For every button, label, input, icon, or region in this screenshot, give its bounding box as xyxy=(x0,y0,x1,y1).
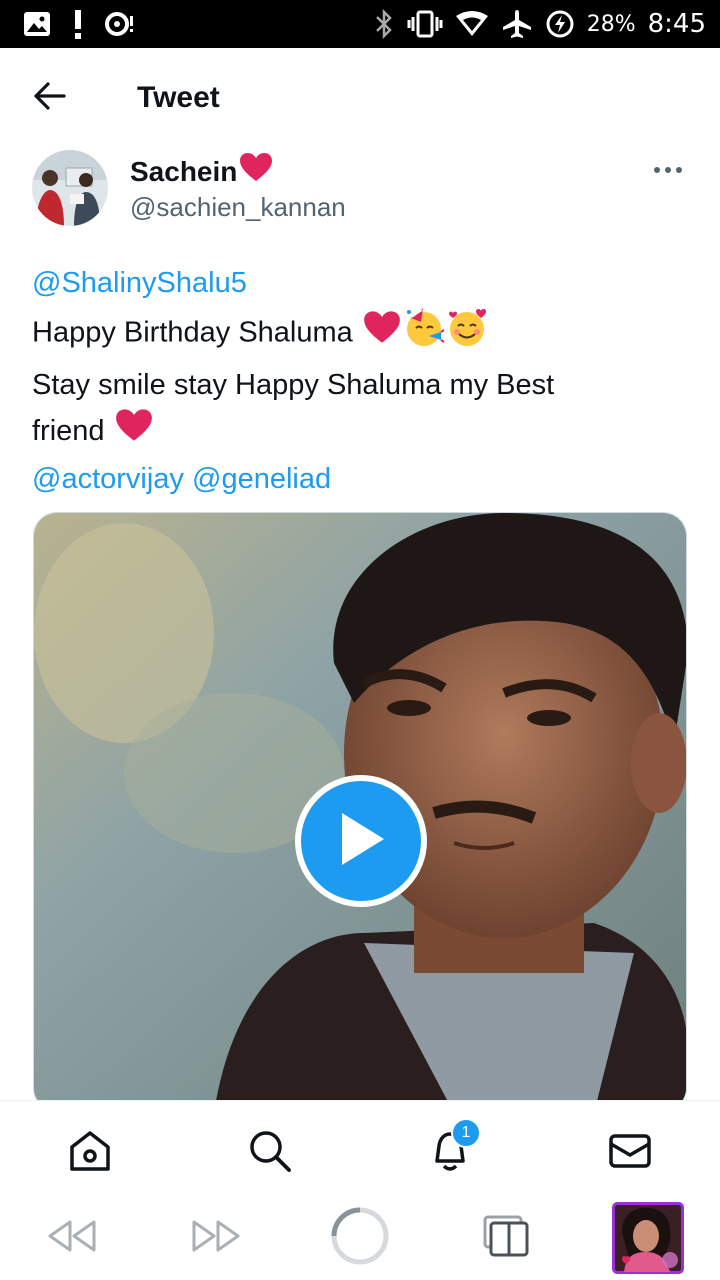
tweet-line-2: Stay smile stay Happy Shaluma my Best xyxy=(32,369,555,401)
party-face-icon xyxy=(403,306,445,362)
author-name-text: Sachein xyxy=(130,155,238,187)
more-button[interactable] xyxy=(652,158,684,182)
messages-icon xyxy=(607,1128,653,1179)
battery-percentage: 28% xyxy=(586,11,636,37)
search-icon xyxy=(247,1128,293,1179)
tweet-line-3: friend xyxy=(32,408,682,456)
video-thumbnail[interactable] xyxy=(33,512,687,1112)
fast-forward-button[interactable] xyxy=(188,1208,244,1268)
nav-home[interactable] xyxy=(66,1129,114,1177)
home-circle-button[interactable] xyxy=(328,1207,392,1268)
battery-charging-icon xyxy=(545,9,575,39)
tweet-author: Sachein @sachien_kannan xyxy=(32,150,692,230)
image-icon xyxy=(22,10,52,38)
red-heart-icon xyxy=(363,310,401,358)
recents-icon xyxy=(483,1215,529,1262)
red-heart-icon xyxy=(239,152,273,191)
tweet-header: Tweet xyxy=(0,48,720,148)
bluetooth-icon xyxy=(373,9,395,39)
clock: 8:45 xyxy=(647,9,706,39)
back-button[interactable] xyxy=(30,78,70,118)
fast-forward-icon xyxy=(190,1218,242,1259)
notification-badge: 1 xyxy=(451,1118,481,1148)
nav-search[interactable] xyxy=(246,1129,294,1177)
page-title: Tweet xyxy=(137,81,220,114)
more-icon xyxy=(653,161,683,179)
record-icon xyxy=(104,10,138,38)
play-button[interactable] xyxy=(295,775,427,907)
exclamation-icon xyxy=(72,9,84,39)
avatar[interactable] xyxy=(32,150,108,226)
mention-link[interactable]: @actorvijay xyxy=(32,463,184,495)
tweet-line-1: Happy Birthday Shaluma xyxy=(32,306,682,362)
tweet-line-mention: @ShalinyShalu5 xyxy=(32,260,682,306)
tweet-text-line1: Happy Birthday Shaluma xyxy=(32,316,361,349)
play-icon xyxy=(336,811,386,872)
wifi-icon xyxy=(455,10,489,38)
system-navigation xyxy=(0,1196,720,1280)
tweet-text: @ShalinyShalu5 Happy Birthday Shaluma St… xyxy=(32,260,682,502)
nav-messages[interactable] xyxy=(606,1129,654,1177)
rewind-button[interactable] xyxy=(44,1208,100,1268)
red-heart-icon xyxy=(115,408,153,456)
rewind-icon xyxy=(46,1218,98,1259)
tweet-text-line3: friend xyxy=(32,415,113,447)
status-left-icons xyxy=(22,9,138,39)
back-arrow-icon xyxy=(34,81,66,115)
bottom-navigation xyxy=(0,1100,720,1196)
author-handle: @sachien_kannan xyxy=(130,192,346,222)
app-thumbnail-image xyxy=(612,1202,684,1274)
recents-button[interactable] xyxy=(478,1208,534,1268)
status-bar: 28% 8:45 xyxy=(0,0,720,48)
home-circle-icon xyxy=(329,1205,391,1272)
mention-link[interactable]: @geneliad xyxy=(192,463,331,495)
vibrate-icon xyxy=(407,9,443,39)
app-thumbnail[interactable] xyxy=(611,1202,685,1274)
smiling-face-hearts-icon xyxy=(447,306,489,362)
tweet-line-mentions: @actorvijay @geneliad xyxy=(32,456,682,502)
author-name[interactable]: Sachein xyxy=(130,152,273,191)
mention-link[interactable]: @ShalinyShalu5 xyxy=(32,267,247,299)
airplane-icon xyxy=(501,8,533,40)
home-icon xyxy=(67,1128,113,1179)
status-right-icons: 28% 8:45 xyxy=(373,8,706,40)
